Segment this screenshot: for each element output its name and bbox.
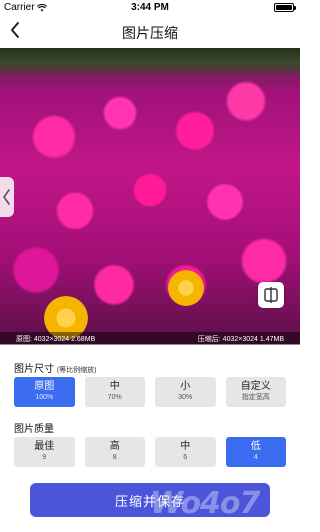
option-label: 中 [109,381,120,392]
quality-label: 图片质量 [14,424,54,435]
option-sub: 70% [107,394,122,401]
image-info-strip: 原图: 4032×3024 2.68MB 压缩后: 4032×3024 1.47… [0,332,300,345]
size-label: 图片尺寸 [14,364,54,375]
side-toggle-button[interactable] [0,177,14,217]
quality-options: 最佳 9 高 8 中 6 低 4 [14,437,286,467]
option-sub: 30% [178,394,193,401]
quality-section-label: 图片质量 [14,420,54,435]
size-option-medium[interactable]: 中 70% [84,377,145,407]
size-option-custom[interactable]: 自定义 指定宽高 [225,377,286,407]
battery-icon [274,3,296,12]
quality-option-low[interactable]: 低 4 [225,437,286,467]
option-sub: 8 [112,454,117,461]
size-section-label: 图片尺寸 (等比例缩放) [14,360,96,375]
compare-button[interactable] [258,282,284,308]
option-label: 原图 [34,381,55,392]
option-label: 低 [250,441,261,452]
option-label: 高 [109,441,120,452]
quality-option-high[interactable]: 高 8 [84,437,145,467]
status-time: 3:44 PM [131,2,169,13]
status-bar: Carrier 3:44 PM [0,0,300,14]
yellow-flower [168,270,204,306]
option-sub: 100% [35,394,54,401]
nav-bar: 图片压缩 [0,14,300,48]
image-preview [0,48,300,344]
size-option-small[interactable]: 小 30% [155,377,216,407]
size-note: (等比例缩放) [56,367,97,374]
option-label: 自定义 [240,381,271,392]
compressed-info: 压缩后: 4032×3024 1.47MB [197,336,284,343]
option-sub: 指定宽高 [241,394,270,401]
option-sub: 9 [42,454,47,461]
option-sub: 6 [183,454,188,461]
compare-icon [264,287,278,303]
option-label: 中 [180,441,191,452]
quality-option-medium[interactable]: 中 6 [155,437,216,467]
size-options: 原图 100% 中 70% 小 30% 自定义 指定宽高 [14,377,286,407]
original-info: 原图: 4032×3024 2.68MB [16,336,96,343]
size-option-original[interactable]: 原图 100% [14,377,75,407]
option-label: 小 [180,381,191,392]
watermark: Wo4o7 [150,486,260,521]
image-foliage [0,48,300,74]
page-title: 图片压缩 [122,25,178,41]
left-chevron-icon [3,189,10,205]
option-sub: 4 [253,454,258,461]
option-label: 最佳 [34,441,55,452]
quality-option-best[interactable]: 最佳 9 [14,437,75,467]
